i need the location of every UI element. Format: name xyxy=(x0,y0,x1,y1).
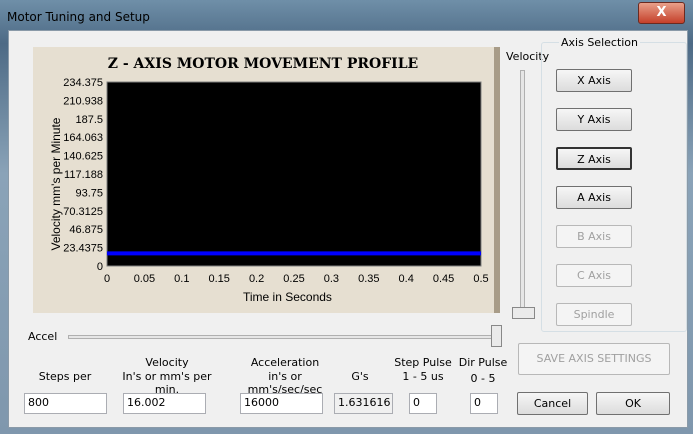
x-tick-label: 0.1 xyxy=(174,273,189,285)
y-tick-label: 164.063 xyxy=(63,132,103,144)
save-axis-settings-button[interactable]: SAVE AXIS SETTINGS xyxy=(518,343,670,375)
x-tick-label: 0.15 xyxy=(208,273,229,285)
y-tick-label: 70.3125 xyxy=(63,206,103,218)
y-tick-label: 93.75 xyxy=(75,187,103,199)
y-tick-label: 117.188 xyxy=(64,169,103,181)
dir-pulse-label: Dir Pulse xyxy=(458,356,508,369)
y-tick-label: 23.4375 xyxy=(63,243,103,255)
x-tick-label: 0.25 xyxy=(283,273,304,285)
velocity-slider-thumb[interactable] xyxy=(512,307,535,319)
gs-label: G's xyxy=(351,370,369,383)
axis-button-spindle[interactable]: Spindle xyxy=(556,303,632,326)
x-tick-label: 0 xyxy=(104,273,110,285)
x-tick-label: 0.35 xyxy=(358,273,379,285)
chart-panel: Z - AXIS MOTOR MOVEMENT PROFILE 0 0.05 0.1… xyxy=(33,47,500,313)
window-frame: Motor Tuning and Setup X Z - AXIS MOTOR … xyxy=(0,0,693,434)
window-title: Motor Tuning and Setup xyxy=(7,10,150,24)
accel-slider-track[interactable] xyxy=(68,335,500,339)
y-tick-label: 0 xyxy=(97,261,103,273)
x-tick-label: 0.05 xyxy=(134,273,155,285)
velocity-label: Velocity xyxy=(145,356,189,369)
y-tick-label: 140.625 xyxy=(63,151,103,163)
axis-button-z-axis[interactable]: Z Axis xyxy=(556,147,632,170)
axis-button-y-axis[interactable]: Y Axis xyxy=(556,108,632,131)
axis-selection-title: Axis Selection xyxy=(559,36,641,49)
x-tick-label: 0.3 xyxy=(324,273,339,285)
x-tick-label: 0.4 xyxy=(399,273,414,285)
acceleration-label: Acceleration xyxy=(250,356,320,369)
y-tick-label: 46.875 xyxy=(69,224,103,236)
axis-button-c-axis[interactable]: C Axis xyxy=(556,264,632,287)
ok-button[interactable]: OK xyxy=(596,392,670,415)
dir-pulse-input[interactable]: 0 xyxy=(470,393,498,414)
gs-readout: 1.631616 xyxy=(334,393,393,414)
accel-slider-thumb[interactable] xyxy=(491,325,502,347)
step-pulse-input[interactable]: 0 xyxy=(409,393,437,414)
steps-per-input[interactable]: 800 xyxy=(24,393,107,414)
x-axis-label: Time in Seconds xyxy=(243,290,332,304)
axis-button-x-axis[interactable]: X Axis xyxy=(556,69,632,92)
dir-pulse-range: 0 - 5 xyxy=(470,372,496,385)
acceleration-input[interactable]: 16000 xyxy=(240,393,323,414)
step-pulse-range: 1 - 5 us xyxy=(402,370,444,383)
step-pulse-label: Step Pulse xyxy=(394,356,452,369)
steps-label: Steps per xyxy=(38,370,92,383)
axis-button-b-axis[interactable]: B Axis xyxy=(556,225,632,248)
close-button[interactable]: X xyxy=(638,2,685,24)
chart-svg: 0 0.05 0.1 0.15 0.2 0.25 0.3 0.35 0.4 0.45 0.5 234.… xyxy=(63,77,488,285)
accel-slider-label: Accel xyxy=(28,330,58,343)
y-tick-label: 210.938 xyxy=(63,95,103,107)
plot-area xyxy=(106,81,482,267)
y-tick-label: 234.375 xyxy=(63,77,103,89)
velocity-input[interactable]: 16.002 xyxy=(123,393,206,414)
x-tick-label: 0.2 xyxy=(249,273,264,285)
y-axis-label: Velocity mm's per Minute xyxy=(49,117,63,251)
y-tick-label: 187.5 xyxy=(75,114,103,126)
x-tick-label: 0.45 xyxy=(433,273,454,285)
axis-button-a-axis[interactable]: A Axis xyxy=(556,186,632,209)
cancel-button[interactable]: Cancel xyxy=(517,392,588,415)
velocity-slider-track[interactable] xyxy=(520,70,525,312)
x-tick-label: 0.5 xyxy=(473,273,488,285)
